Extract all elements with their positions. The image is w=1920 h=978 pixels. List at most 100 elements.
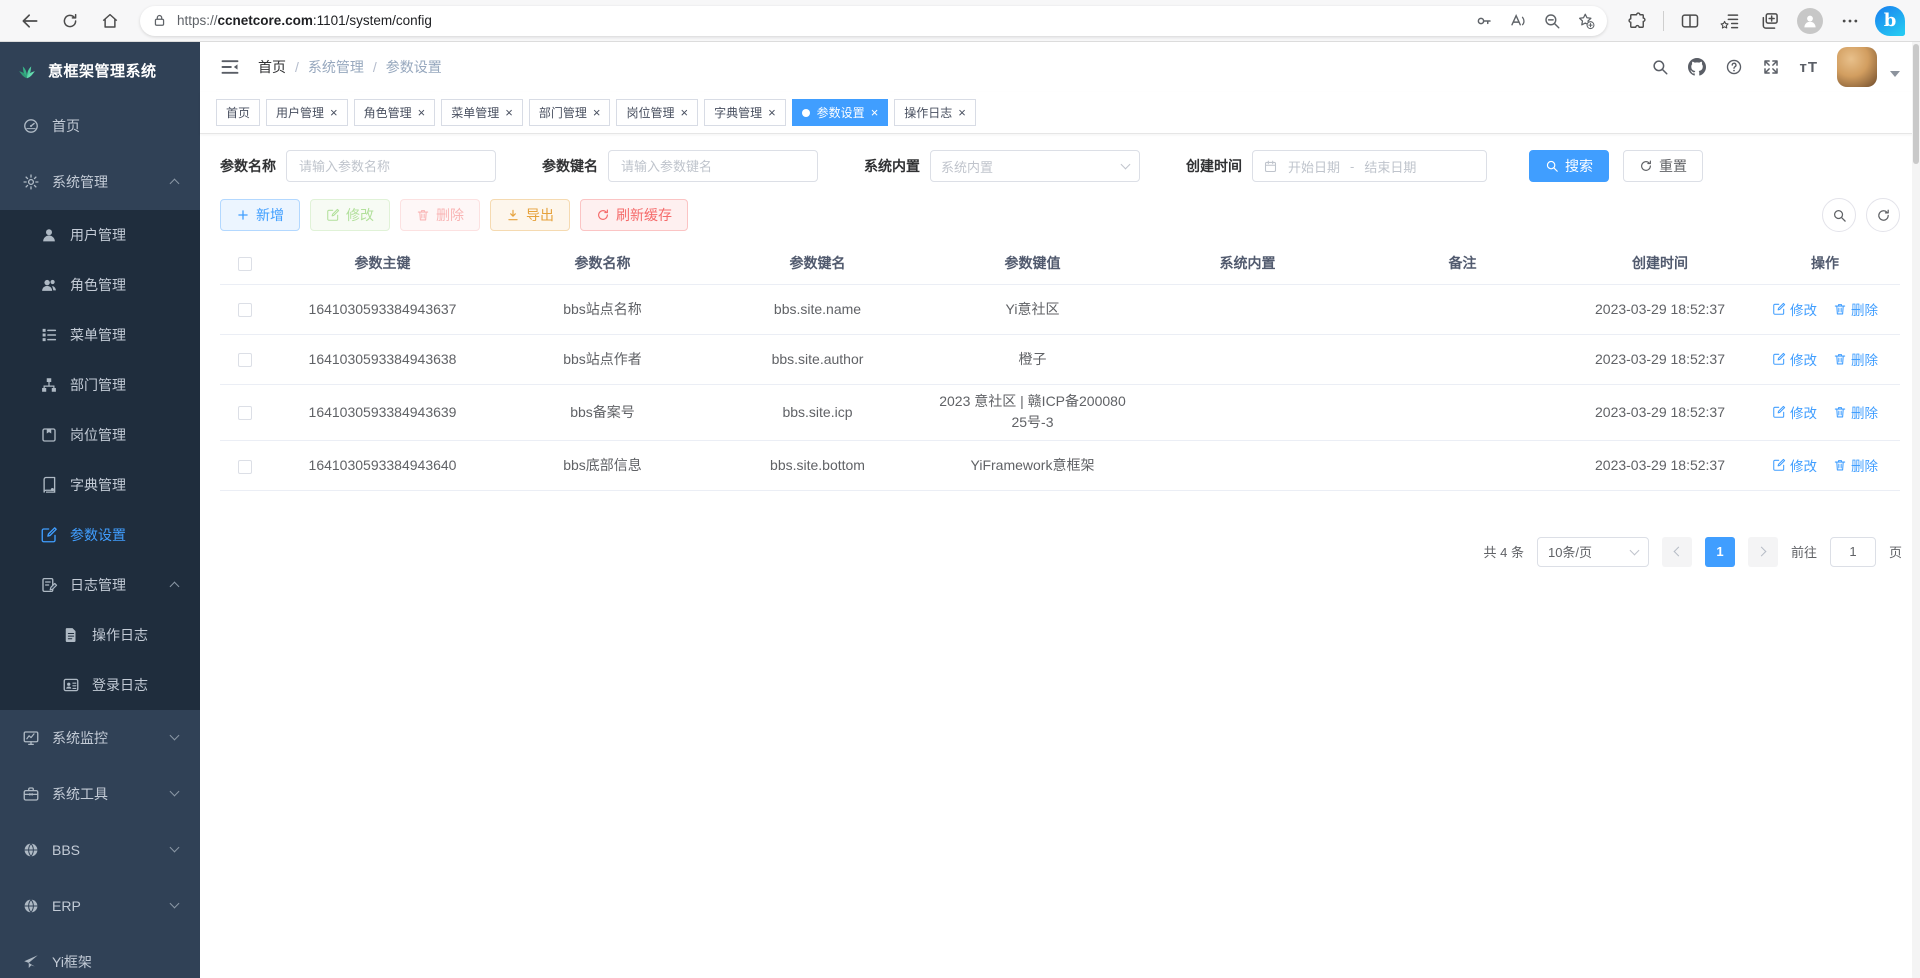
- row-delete-link[interactable]: 删除: [1833, 349, 1878, 369]
- close-icon[interactable]: ×: [418, 106, 426, 119]
- breadcrumb-section: 系统管理: [308, 57, 364, 77]
- browser-settings-icon[interactable]: [1833, 4, 1867, 38]
- tab-menu-management[interactable]: 菜单管理×: [441, 99, 523, 126]
- sidebar-item-system-management[interactable]: 系统管理: [0, 154, 200, 210]
- favorites-icon[interactable]: [1713, 4, 1747, 38]
- chevron-down-icon: [170, 899, 180, 909]
- browser-home-button[interactable]: [93, 4, 127, 38]
- close-icon[interactable]: ×: [768, 106, 776, 119]
- refresh-cache-button[interactable]: 刷新缓存: [580, 199, 688, 231]
- collections-icon[interactable]: [1753, 4, 1787, 38]
- browser-profile-avatar[interactable]: [1793, 4, 1827, 38]
- select-all-checkbox[interactable]: [238, 257, 252, 271]
- site-security-icon[interactable]: [152, 13, 167, 28]
- sidebar-item-dict-management[interactable]: 字典管理: [0, 460, 200, 510]
- show-search-toggle-button[interactable]: [1822, 198, 1856, 232]
- row-delete-link[interactable]: 删除: [1833, 455, 1878, 475]
- avatar-dropdown-caret[interactable]: [1890, 71, 1900, 77]
- header-search-icon[interactable]: [1651, 58, 1669, 76]
- close-icon[interactable]: ×: [958, 106, 966, 119]
- current-page-button[interactable]: 1: [1705, 537, 1735, 567]
- sidebar-item-role-management[interactable]: 角色管理: [0, 260, 200, 310]
- sidebar-item-erp[interactable]: ERP: [0, 878, 200, 934]
- zoom-out-icon[interactable]: [1543, 12, 1561, 30]
- sidebar-item-operation-log[interactable]: 操作日志: [0, 610, 200, 660]
- add-button[interactable]: 新增: [220, 199, 300, 231]
- tab-post-management[interactable]: 岗位管理×: [616, 99, 698, 126]
- row-edit-link[interactable]: 修改: [1772, 299, 1817, 319]
- row-edit-link[interactable]: 修改: [1772, 455, 1817, 475]
- sidebar-item-bbs[interactable]: BBS: [0, 822, 200, 878]
- row-checkbox[interactable]: [238, 303, 252, 317]
- close-icon[interactable]: ×: [680, 106, 688, 119]
- tab-role-management[interactable]: 角色管理×: [354, 99, 436, 126]
- breadcrumb-home[interactable]: 首页: [258, 57, 286, 77]
- export-button[interactable]: 导出: [490, 199, 570, 231]
- fullscreen-icon[interactable]: [1762, 58, 1780, 76]
- tab-dict-management[interactable]: 字典管理×: [704, 99, 786, 126]
- row-checkbox[interactable]: [238, 406, 252, 420]
- address-bar[interactable]: https://ccnetcore.com:1101/system/config: [140, 6, 1607, 36]
- github-icon[interactable]: [1688, 58, 1706, 76]
- read-aloud-icon[interactable]: [1509, 12, 1527, 30]
- chevron-down-icon: [1121, 160, 1131, 170]
- search-button[interactable]: 搜索: [1529, 150, 1609, 182]
- next-page-button[interactable]: [1748, 537, 1778, 567]
- trash-icon: [1833, 458, 1847, 472]
- trash-icon: [1833, 405, 1847, 419]
- tab-parameter-settings[interactable]: 参数设置×: [792, 99, 889, 126]
- close-icon[interactable]: ×: [330, 106, 338, 119]
- start-date-input[interactable]: 开始日期: [1288, 157, 1340, 176]
- add-favorite-icon[interactable]: [1577, 12, 1595, 30]
- sidebar-item-department-management[interactable]: 部门管理: [0, 360, 200, 410]
- bing-chat-icon[interactable]: [1873, 4, 1907, 38]
- tab-home[interactable]: 首页: [216, 99, 260, 126]
- date-range-picker[interactable]: 开始日期 - 结束日期: [1252, 150, 1487, 182]
- browser-refresh-button[interactable]: [53, 4, 87, 38]
- sidebar-item-system-tools[interactable]: 系统工具: [0, 766, 200, 822]
- row-checkbox[interactable]: [238, 460, 252, 474]
- sidebar-item-menu-management[interactable]: 菜单管理: [0, 310, 200, 360]
- tab-user-management[interactable]: 用户管理×: [266, 99, 348, 126]
- sidebar-collapse-icon[interactable]: [220, 57, 240, 77]
- sidebar-item-login-log[interactable]: 登录日志: [0, 660, 200, 710]
- sidebar-item-user-management[interactable]: 用户管理: [0, 210, 200, 260]
- help-icon[interactable]: [1725, 58, 1743, 76]
- sidebar-item-system-monitor[interactable]: 系统监控: [0, 710, 200, 766]
- param-name-input[interactable]: [286, 150, 496, 182]
- row-edit-link[interactable]: 修改: [1772, 402, 1817, 422]
- sidebar-item-post-management[interactable]: 岗位管理: [0, 410, 200, 460]
- tab-operation-log[interactable]: 操作日志×: [894, 99, 976, 126]
- reset-button[interactable]: 重置: [1623, 150, 1703, 182]
- password-key-icon[interactable]: [1475, 12, 1493, 30]
- close-icon[interactable]: ×: [871, 106, 879, 119]
- builtin-select[interactable]: 系统内置: [930, 150, 1140, 182]
- browser-back-button[interactable]: [13, 4, 47, 38]
- calendar-icon: [1263, 159, 1278, 174]
- end-date-input[interactable]: 结束日期: [1364, 157, 1416, 176]
- row-checkbox[interactable]: [238, 353, 252, 367]
- row-edit-link[interactable]: 修改: [1772, 349, 1817, 369]
- sidebar-item-parameter-settings[interactable]: 参数设置: [0, 510, 200, 560]
- tab-department-management[interactable]: 部门管理×: [529, 99, 611, 126]
- url-text[interactable]: https://ccnetcore.com:1101/system/config: [177, 13, 1459, 28]
- sidebar-item-yi-framework[interactable]: Yi框架: [0, 934, 200, 978]
- row-delete-link[interactable]: 删除: [1833, 402, 1878, 422]
- user-avatar[interactable]: [1837, 47, 1877, 87]
- split-screen-icon[interactable]: [1673, 4, 1707, 38]
- edit-icon: [1772, 302, 1786, 316]
- table-row: 1641030593384943638 bbs站点作者 bbs.site.aut…: [220, 334, 1900, 384]
- font-size-icon[interactable]: тT: [1799, 59, 1818, 76]
- refresh-table-button[interactable]: [1866, 198, 1900, 232]
- page-size-select[interactable]: 10条/页: [1537, 537, 1649, 567]
- close-icon[interactable]: ×: [505, 106, 513, 119]
- row-delete-link[interactable]: 删除: [1833, 299, 1878, 319]
- prev-page-button[interactable]: [1662, 537, 1692, 567]
- sidebar-item-home[interactable]: 首页: [0, 98, 200, 154]
- page-scrollbar[interactable]: [1912, 42, 1920, 978]
- close-icon[interactable]: ×: [593, 106, 601, 119]
- extensions-icon[interactable]: [1620, 4, 1654, 38]
- sidebar-item-log-management[interactable]: 日志管理: [0, 560, 200, 610]
- goto-page-input[interactable]: [1830, 537, 1876, 567]
- param-key-input[interactable]: [608, 150, 818, 182]
